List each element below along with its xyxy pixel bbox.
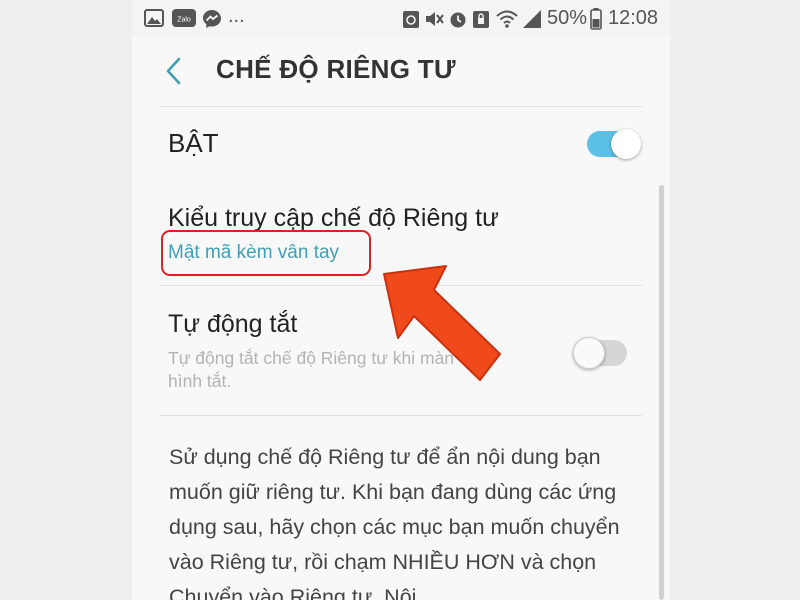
auto-off-label: Tự động tắt	[168, 310, 298, 338]
pointer-arrow-icon	[383, 265, 501, 381]
auto-off-hint-line2: hình tắt.	[168, 371, 232, 391]
access-type-label: Kiểu truy cập chế độ Riêng tư	[168, 204, 499, 232]
toggle-knob	[573, 337, 605, 369]
master-switch-toggle[interactable]	[587, 129, 641, 159]
alarm-icon	[450, 12, 466, 28]
gallery-icon	[144, 9, 164, 27]
mute-icon	[426, 12, 444, 26]
status-bar: Zalo ... 50% 12:08	[132, 0, 670, 36]
recycle-icon	[403, 11, 419, 28]
scrollbar[interactable]	[659, 185, 664, 600]
divider	[160, 415, 642, 416]
page-title: CHẾ ĐỘ RIÊNG TƯ	[216, 54, 456, 84]
right-margin	[670, 0, 800, 600]
divider	[160, 106, 642, 107]
master-switch-label: BẬT	[168, 128, 219, 158]
master-switch-row[interactable]: BẬT	[132, 108, 670, 183]
wifi-icon	[496, 10, 518, 28]
more-notifications: ...	[228, 5, 245, 27]
toggle-knob	[611, 129, 641, 159]
signal-icon	[523, 10, 541, 28]
zalo-icon: Zalo	[172, 9, 196, 27]
left-margin	[0, 0, 132, 600]
messenger-icon	[203, 10, 221, 28]
back-arrow-icon[interactable]	[162, 56, 186, 86]
description-text: Sử dụng chế độ Riêng tư để ẩn nội dung b…	[169, 445, 620, 600]
clock-time: 12:08	[608, 7, 659, 29]
battery-percent: 50%	[547, 7, 588, 29]
lock-icon	[473, 11, 489, 28]
auto-off-toggle[interactable]	[573, 337, 627, 369]
highlight-box	[161, 230, 371, 276]
zalo-icon-text: Zalo	[177, 17, 191, 24]
app-bar: CHẾ ĐỘ RIÊNG TƯ	[132, 36, 670, 106]
battery-icon	[590, 8, 602, 30]
